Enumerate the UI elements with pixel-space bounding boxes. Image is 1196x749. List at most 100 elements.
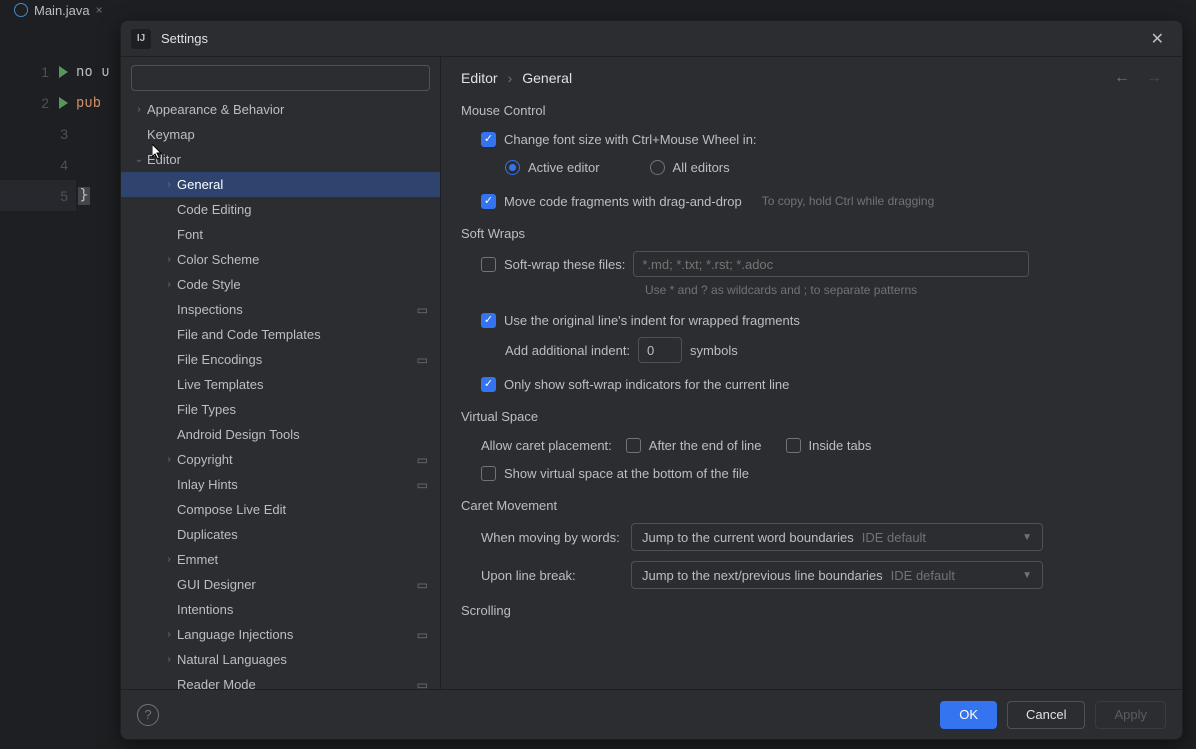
run-icon[interactable]	[59, 97, 68, 109]
tree-item-natural-languages[interactable]: ›Natural Languages	[121, 647, 440, 672]
tree-item-label: Code Editing	[177, 202, 251, 217]
select-by-words[interactable]: Jump to the current word boundaries IDE …	[631, 523, 1043, 551]
scope-icon: ▭	[417, 303, 428, 317]
code-text: pub	[76, 94, 101, 112]
chevron-right-icon[interactable]: ›	[163, 654, 175, 665]
tree-item-duplicates[interactable]: ›Duplicates	[121, 522, 440, 547]
input-soft-wrap-patterns[interactable]	[633, 251, 1029, 277]
tree-item-label: Inspections	[177, 302, 243, 317]
label-active-editor: Active editor	[528, 160, 600, 175]
tree-item-appearance-behavior[interactable]: ›Appearance & Behavior	[121, 97, 440, 122]
tree-item-file-and-code-templates[interactable]: ›File and Code Templates	[121, 322, 440, 347]
chevron-right-icon[interactable]: ›	[163, 279, 175, 290]
tree-item-file-types[interactable]: ›File Types	[121, 397, 440, 422]
hint-move-drag: To copy, hold Ctrl while dragging	[762, 194, 935, 208]
tree-item-intentions[interactable]: ›Intentions	[121, 597, 440, 622]
tree-item-live-templates[interactable]: ›Live Templates	[121, 372, 440, 397]
tree-item-label: General	[177, 177, 223, 192]
hint-wildcards: Use * and ? as wildcards and ; to separa…	[645, 283, 1162, 297]
apply-button[interactable]: Apply	[1095, 701, 1166, 729]
select-value: Jump to the current word boundaries	[642, 530, 854, 545]
radio-active-editor[interactable]	[505, 160, 520, 175]
tree-item-label: File and Code Templates	[177, 327, 321, 342]
checkbox-after-eol[interactable]	[626, 438, 641, 453]
settings-tree[interactable]: ›Appearance & Behavior›Keymap⌄Editor›Gen…	[121, 97, 440, 689]
checkbox-move-drag[interactable]	[481, 194, 496, 209]
tree-item-reader-mode[interactable]: ›Reader Mode▭	[121, 672, 440, 689]
tree-item-android-design-tools[interactable]: ›Android Design Tools	[121, 422, 440, 447]
checkbox-only-current-line[interactable]	[481, 377, 496, 392]
editor-tab-main[interactable]: Main.java ×	[6, 1, 111, 20]
radio-all-editors[interactable]	[650, 160, 665, 175]
tree-item-copyright[interactable]: ›Copyright▭	[121, 447, 440, 472]
label-by-words: When moving by words:	[481, 530, 623, 545]
tree-item-label: Language Injections	[177, 627, 293, 642]
settings-search-input[interactable]	[131, 65, 430, 91]
tree-item-code-editing[interactable]: ›Code Editing	[121, 197, 440, 222]
tree-item-label: Editor	[147, 152, 181, 167]
chevron-down-icon: ▼	[1022, 532, 1032, 543]
checkbox-inside-tabs[interactable]	[786, 438, 801, 453]
input-add-indent[interactable]	[638, 337, 682, 363]
tree-item-general[interactable]: ›General	[121, 172, 440, 197]
tree-item-inspections[interactable]: ›Inspections▭	[121, 297, 440, 322]
dialog-titlebar[interactable]: IJ Settings ✕	[121, 21, 1182, 57]
tree-item-label: Live Templates	[177, 377, 263, 392]
select-line-break[interactable]: Jump to the next/previous line boundarie…	[631, 561, 1043, 589]
tree-item-color-scheme[interactable]: ›Color Scheme	[121, 247, 440, 272]
tree-item-label: Android Design Tools	[177, 427, 300, 442]
checkbox-change-font-size[interactable]	[481, 132, 496, 147]
section-soft-wraps: Soft Wraps	[461, 226, 1162, 241]
label-line-break: Upon line break:	[481, 568, 623, 583]
tree-item-label: Code Style	[177, 277, 241, 292]
chevron-right-icon[interactable]: ›	[133, 104, 145, 115]
checkbox-use-indent[interactable]	[481, 313, 496, 328]
section-mouse-control: Mouse Control	[461, 103, 1162, 118]
select-hint: IDE default	[891, 568, 955, 583]
tree-item-font[interactable]: ›Font	[121, 222, 440, 247]
tree-item-compose-live-edit[interactable]: ›Compose Live Edit	[121, 497, 440, 522]
section-caret-movement: Caret Movement	[461, 498, 1162, 513]
section-scrolling: Scrolling	[461, 603, 1162, 618]
chevron-right-icon[interactable]: ›	[163, 454, 175, 465]
close-icon[interactable]: ✕	[1143, 25, 1172, 53]
label-move-drag: Move code fragments with drag-and-drop	[504, 194, 742, 209]
tree-item-label: Copyright	[177, 452, 233, 467]
tree-item-emmet[interactable]: ›Emmet	[121, 547, 440, 572]
tree-item-keymap[interactable]: ›Keymap	[121, 122, 440, 147]
tree-item-gui-designer[interactable]: ›GUI Designer▭	[121, 572, 440, 597]
tree-item-label: Emmet	[177, 552, 218, 567]
cancel-button[interactable]: Cancel	[1007, 701, 1085, 729]
code-area[interactable]: no u pub }	[76, 26, 110, 749]
tree-item-inlay-hints[interactable]: ›Inlay Hints▭	[121, 472, 440, 497]
chevron-right-icon[interactable]: ›	[163, 554, 175, 565]
scope-icon: ▭	[417, 478, 428, 492]
tree-item-editor[interactable]: ⌄Editor	[121, 147, 440, 172]
nav-back-icon[interactable]: ←	[1114, 69, 1130, 87]
settings-content[interactable]: Mouse Control Change font size with Ctrl…	[441, 99, 1182, 689]
tree-item-code-style[interactable]: ›Code Style	[121, 272, 440, 297]
scope-icon: ▭	[417, 628, 428, 642]
close-icon[interactable]: ×	[96, 3, 103, 17]
breadcrumb-root[interactable]: Editor	[461, 70, 498, 86]
select-value: Jump to the next/previous line boundarie…	[642, 568, 883, 583]
checkbox-soft-wrap-files[interactable]	[481, 257, 496, 272]
checkbox-show-bottom[interactable]	[481, 466, 496, 481]
editor-tab-label: Main.java	[34, 3, 90, 18]
help-icon[interactable]: ?	[137, 704, 159, 726]
nav-forward-icon[interactable]: →	[1146, 69, 1162, 87]
scope-icon: ▭	[417, 678, 428, 690]
app-icon: IJ	[131, 29, 151, 49]
ok-button[interactable]: OK	[940, 701, 997, 729]
label-inside-tabs: Inside tabs	[809, 438, 872, 453]
chevron-right-icon[interactable]: ›	[163, 179, 175, 190]
chevron-right-icon[interactable]: ›	[163, 629, 175, 640]
scope-icon: ▭	[417, 353, 428, 367]
tree-item-label: Inlay Hints	[177, 477, 238, 492]
chevron-down-icon[interactable]: ⌄	[133, 154, 145, 165]
chevron-right-icon[interactable]: ›	[163, 254, 175, 265]
run-icon[interactable]	[59, 66, 68, 78]
label-soft-wrap-files: Soft-wrap these files:	[504, 257, 625, 272]
tree-item-file-encodings[interactable]: ›File Encodings▭	[121, 347, 440, 372]
tree-item-language-injections[interactable]: ›Language Injections ▭	[121, 622, 440, 647]
